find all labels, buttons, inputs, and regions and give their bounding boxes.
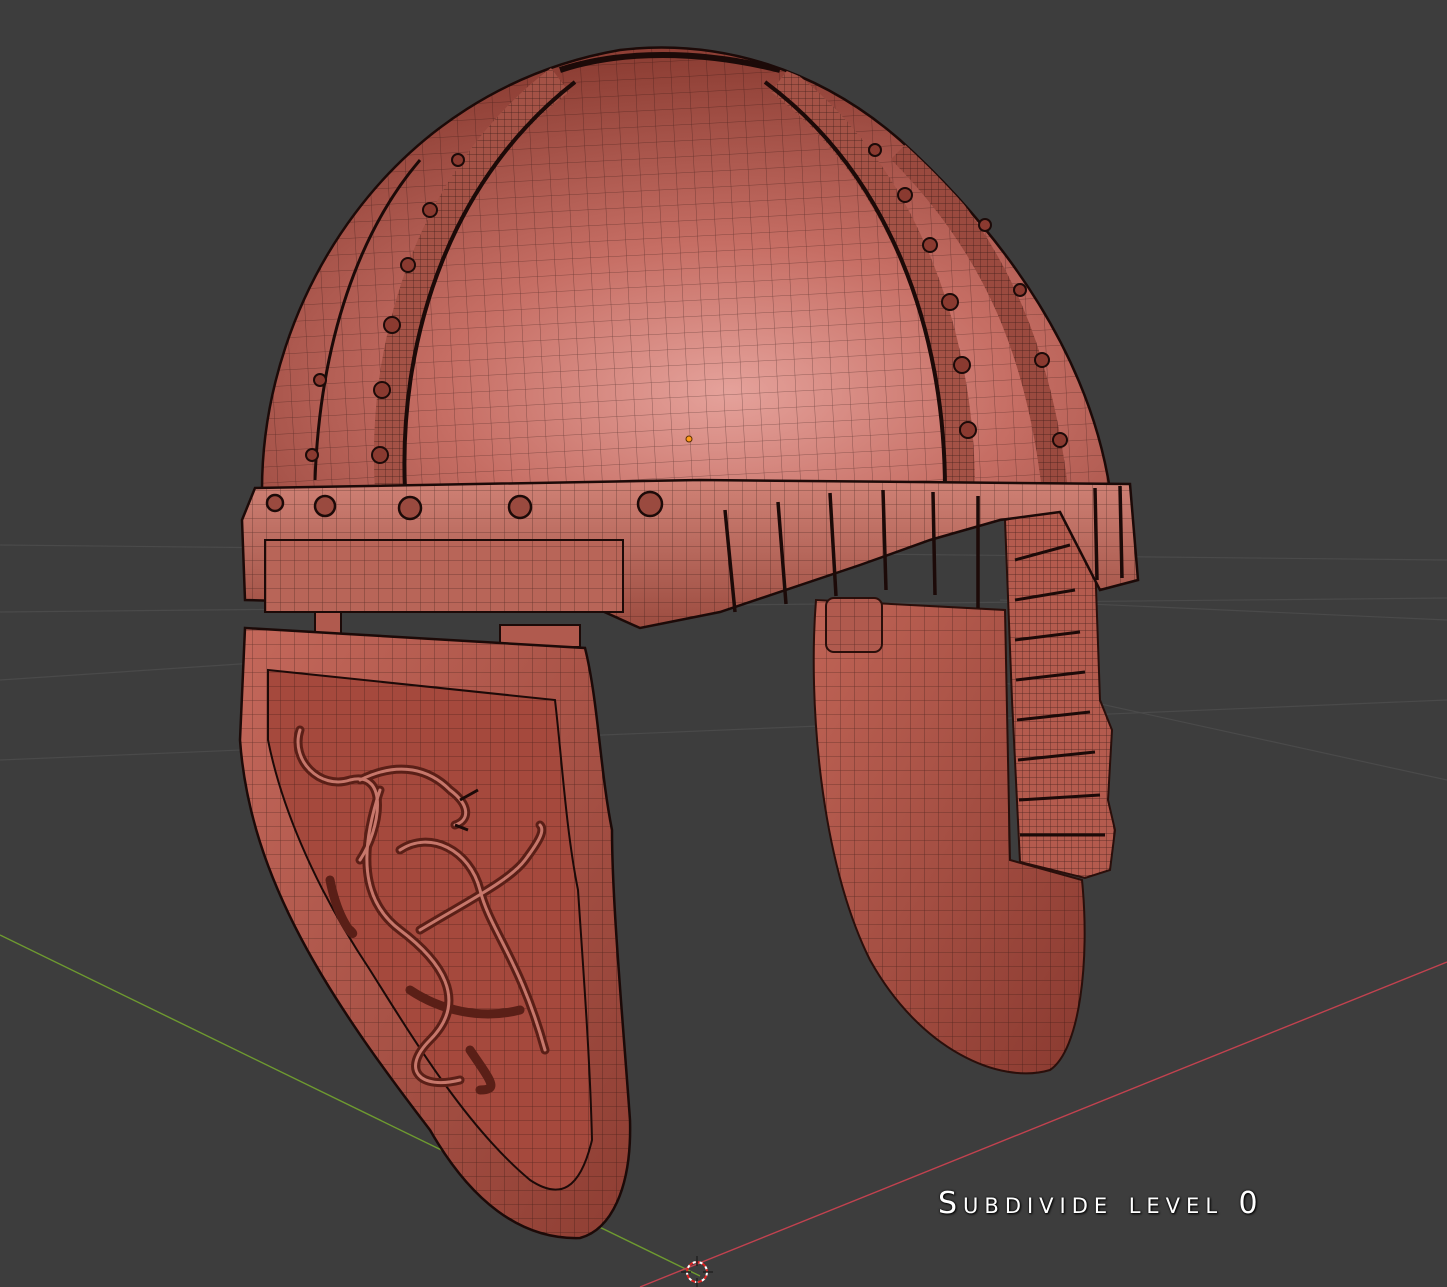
brow-band[interactable] (240, 478, 1140, 630)
origin-point (685, 435, 693, 443)
helmet-dome[interactable] (250, 40, 1130, 500)
subdivide-level-caption: Subdivide level 0 (938, 1186, 1264, 1221)
3d-viewport[interactable]: Subdivide level 0 (0, 0, 1447, 1287)
viewport-scene[interactable] (0, 0, 1447, 1287)
3d-cursor-icon[interactable] (681, 1256, 713, 1287)
